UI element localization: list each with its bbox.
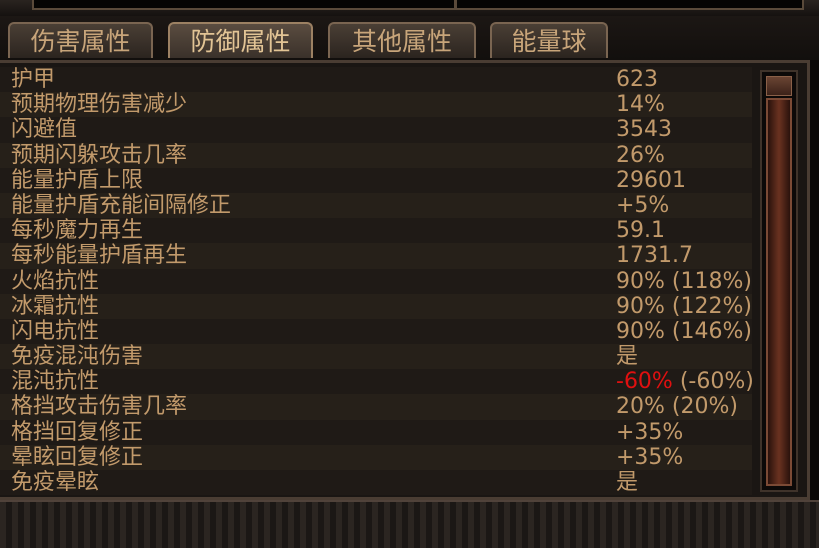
stat-label: 护甲 (11, 67, 56, 92)
stat-row-chaos-immunity: 免疫混沌伤害 是 (0, 344, 752, 370)
stat-row-armour: 护甲 623 (0, 67, 752, 93)
stat-value: 90% (122%) (616, 293, 752, 319)
stat-label: 每秒能量护盾再生 (11, 243, 188, 269)
stat-label: 晕眩回复修正 (11, 444, 144, 470)
stat-label: 闪电抗性 (11, 318, 100, 344)
stat-value: 20% (20%) (616, 394, 738, 420)
stat-row-block-chance: 格挡攻击伤害几率 20% (20%) (0, 394, 752, 420)
negative-value: -60% (616, 369, 673, 395)
stat-value: 是 (616, 470, 639, 495)
stat-label: 预期物理伤害减少 (11, 92, 188, 118)
defense-stats-list: 护甲 623 预期物理伤害减少 14% 闪避值 3543 预期闪躲攻击几率 26… (0, 67, 752, 497)
tab-bar: 伤害属性 防御属性 其他属性 能量球 (0, 16, 819, 60)
stat-label: 能量护盾充能间隔修正 (11, 192, 232, 218)
stat-row-fire-resistance: 火焰抗性 90% (118%) (0, 268, 752, 294)
stat-label: 火焰抗性 (11, 268, 100, 294)
stat-row-physical-reduction: 预期物理伤害减少 14% (0, 92, 752, 118)
stat-row-lightning-resistance: 闪电抗性 90% (146%) (0, 318, 752, 345)
stat-value: 26% (616, 142, 665, 168)
stat-row-block-recovery: 格挡回复修正 +35% (0, 419, 752, 445)
stat-value-extra: (-60%) (672, 369, 752, 395)
stat-label: 混沌抗性 (11, 369, 100, 395)
scrollbar-thumb[interactable] (766, 98, 792, 486)
stat-row-evasion: 闪避值 3543 (0, 117, 752, 143)
stat-value: 90% (118%) (616, 268, 752, 294)
top-slot-right (455, 0, 804, 10)
stat-label: 格挡攻击伤害几率 (11, 394, 188, 420)
stat-value: +35% (616, 419, 684, 445)
stat-label: 预期闪躲攻击几率 (11, 142, 188, 168)
stat-value: 3543 (616, 117, 672, 143)
stat-row-energy-shield: 能量护盾上限 29601 (0, 167, 752, 193)
stat-label: 每秒魔力再生 (11, 218, 144, 244)
tab-other-stats[interactable]: 其他属性 (328, 22, 476, 58)
stat-value: 59.1 (616, 218, 665, 244)
stat-value: +5% (616, 192, 670, 218)
top-slot-left (32, 0, 456, 10)
stat-row-chaos-resistance: 混沌抗性 -60% (-60%) (0, 369, 752, 395)
tab-defense-stats[interactable]: 防御属性 (168, 22, 313, 58)
stat-value: 29601 (616, 167, 686, 193)
stat-row-stun-recovery: 晕眩回复修正 +35% (0, 444, 752, 470)
stat-value: 是 (616, 344, 639, 370)
stat-label: 闪避值 (11, 117, 78, 143)
top-frame (0, 0, 819, 17)
bottom-frame (0, 500, 819, 548)
stat-row-cold-resistance: 冰霜抗性 90% (122%) (0, 293, 752, 319)
stat-label: 能量护盾上限 (11, 167, 144, 193)
scroll-up-button[interactable] (766, 76, 792, 96)
stat-value: 623 (616, 67, 658, 92)
stat-row-mana-regen: 每秒魔力再生 59.1 (0, 218, 752, 244)
tab-damage-stats[interactable]: 伤害属性 (8, 22, 153, 58)
stat-row-evade-chance: 预期闪躲攻击几率 26% (0, 142, 752, 168)
stat-value: 1731.7 (616, 243, 693, 269)
stat-value: 90% (146%) (616, 318, 752, 344)
stat-label: 格挡回复修正 (11, 419, 144, 445)
stat-row-stun-immunity: 免疫晕眩 是 (0, 470, 752, 496)
stat-label: 冰霜抗性 (11, 293, 100, 319)
stat-label: 免疫混沌伤害 (11, 344, 144, 370)
stat-value: -60% (-60%) (616, 369, 752, 394)
tab-power-charges[interactable]: 能量球 (490, 22, 608, 58)
stat-row-es-regen: 每秒能量护盾再生 1731.7 (0, 243, 752, 269)
stat-value: +35% (616, 444, 684, 470)
stat-row-es-recharge-delay: 能量护盾充能间隔修正 +5% (0, 192, 752, 219)
stat-value: 14% (616, 92, 665, 118)
stat-label: 免疫晕眩 (11, 470, 100, 495)
